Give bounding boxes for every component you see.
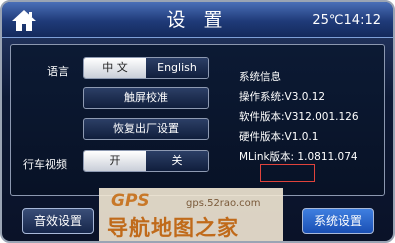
watermark-text: 导航地图之家	[107, 216, 239, 240]
settings-panel: 语言 中 文 English 触屏校准 恢复出厂设置 行车视频 开 关 系统信息…	[10, 44, 385, 196]
watermark-brand: GPS	[111, 191, 150, 211]
watermark: GPS gps.52rao.com 导航地图之家	[99, 188, 283, 241]
factory-reset-button[interactable]: 恢复出厂设置	[83, 118, 209, 140]
touch-calibration-button[interactable]: 触屏校准	[83, 87, 209, 109]
software-version: 软件版本:V312.001.126	[239, 111, 359, 123]
language-option-chinese[interactable]: 中 文	[84, 58, 146, 78]
sound-settings-button[interactable]: 音效设置	[22, 208, 94, 234]
language-label: 语言	[47, 65, 69, 78]
driving-video-toggle: 开 关	[83, 150, 209, 172]
settings-screen: 设 置 25℃14:12 语言 中 文 English 触屏校准 恢复出厂设置 …	[0, 0, 395, 243]
driving-video-option-off[interactable]: 关	[146, 151, 208, 171]
temperature-time-readout: 25℃14:12	[312, 13, 381, 28]
header-bar: 设 置 25℃14:12	[2, 2, 393, 38]
system-settings-button[interactable]: 系统设置	[302, 208, 374, 234]
language-toggle: 中 文 English	[83, 57, 209, 79]
mlink-version: MLink版本: 1.0811.074	[239, 151, 358, 163]
hardware-version: 硬件版本:V1.0.1	[239, 131, 319, 143]
language-option-english[interactable]: English	[146, 58, 208, 78]
driving-video-option-on[interactable]: 开	[84, 151, 146, 171]
driving-video-label: 行车视频	[23, 158, 67, 171]
os-version: 操作系统:V3.0.12	[239, 91, 326, 103]
system-info-title: 系统信息	[239, 71, 281, 83]
highlight-box	[260, 164, 315, 182]
watermark-url: gps.52rao.com	[186, 198, 261, 209]
